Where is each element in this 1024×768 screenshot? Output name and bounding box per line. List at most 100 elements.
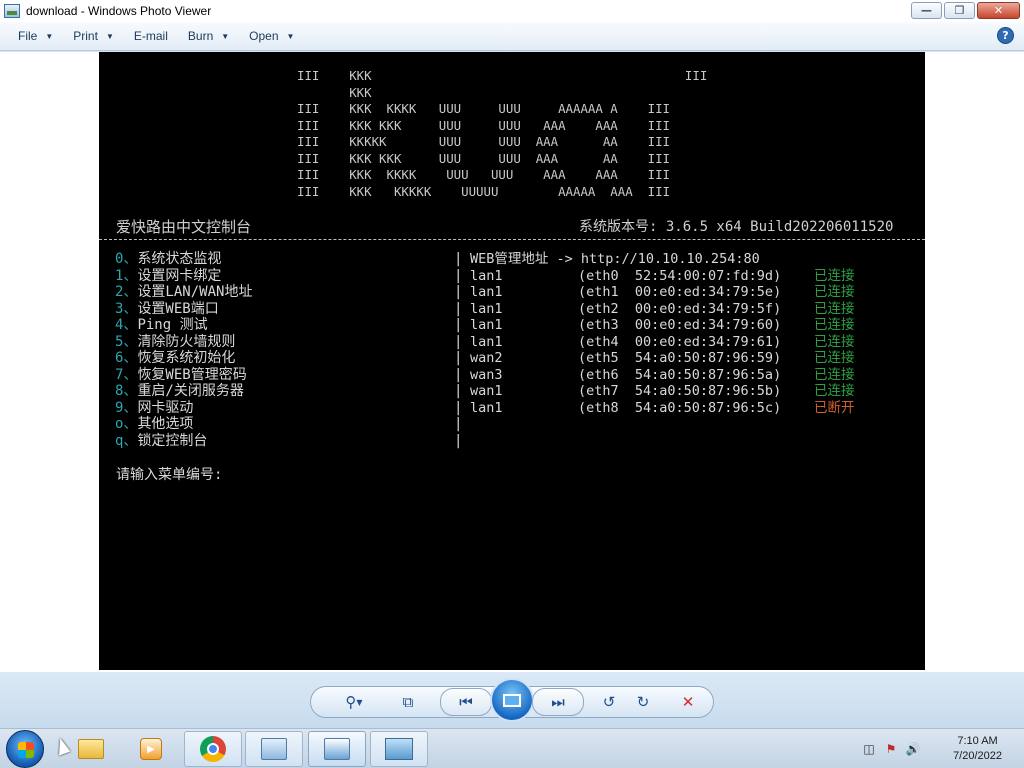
volume-icon[interactable]: 🔊 — [906, 742, 921, 756]
menu-option: 6、恢复系统初始化 — [115, 350, 252, 367]
clock-time: 7:10 AM — [957, 735, 998, 747]
media-player-icon[interactable]: ▶ — [122, 731, 180, 767]
viewer-control-bar: ⚲ ▼ ⧉ ⏮ ⏭ ↺ ↻ ✕ — [0, 672, 1024, 728]
title-bar: download - Windows Photo Viewer — ❐ ✕ — [0, 0, 1024, 22]
nic-status: 已断开 — [814, 399, 855, 416]
nic-status: 已连接 — [814, 333, 855, 350]
network-status-icon[interactable]: ◫ — [862, 742, 876, 756]
photo-viewer-app-icon — [4, 4, 20, 18]
menu-burn[interactable]: Burn ▼ — [178, 29, 239, 43]
menu-option-label: 设置网卡绑定 — [137, 267, 222, 284]
nic-row: lan1 (eth1 00:e0:ed:34:79:5e) 已连接 — [470, 284, 855, 301]
nic-device: (eth1 00:e0:ed:34:79:5e) — [578, 284, 782, 300]
menu-option: q、锁定控制台 — [115, 433, 252, 450]
nic-name: lan1 — [470, 284, 503, 300]
slideshow-screen-glyph — [503, 693, 521, 707]
previous-icon[interactable]: ⏮ — [440, 688, 492, 716]
menu-bar: File ▼ Print ▼ E-mail Burn ▼ Open ▼ ? — [0, 22, 1024, 51]
menu-option: 5、清除防火墙规则 — [115, 334, 252, 351]
nic-device: (eth8 54:a0:50:87:96:5c) — [578, 399, 782, 416]
logo-line: III KKK KKKKK UUUUU AAAAA AAA III — [297, 183, 670, 199]
logo-line: III KKK KKKK UUU UUU AAAAAA A III — [297, 101, 670, 116]
network-glyph — [261, 738, 287, 760]
menu-file[interactable]: File ▼ — [8, 29, 63, 43]
nic-status: 已连接 — [814, 267, 855, 284]
nic-row: wan1 (eth7 54:a0:50:87:96:5b) 已连接 — [470, 383, 855, 400]
nic-status: 已连接 — [814, 350, 855, 366]
menu-option-key: o、 — [115, 416, 138, 432]
menu-option: 8、重启/关闭服务器 — [115, 383, 252, 400]
nic-status: 已连接 — [814, 300, 855, 317]
clock[interactable]: 7:10 AM 7/20/2022 — [953, 734, 1002, 764]
nic-status: 已连接 — [814, 284, 855, 300]
web-admin-address: WEB管理地址 -> http://10.10.10.254:80 — [470, 251, 760, 267]
nic-device: (eth5 54:a0:50:87:96:59) — [578, 350, 782, 366]
chrome-glyph — [200, 736, 226, 762]
network-icon[interactable] — [245, 731, 303, 767]
rotate-right-icon[interactable]: ↻ — [629, 688, 657, 716]
menu-option: 2、设置LAN/WAN地址 — [115, 284, 252, 301]
remote-desktop-icon[interactable] — [308, 731, 366, 767]
menu-option-key: 1、 — [115, 267, 138, 284]
start-button[interactable] — [6, 730, 44, 768]
zoom-icon[interactable]: ⚲ ▼ — [337, 688, 371, 716]
menu-option-label: 恢复系统初始化 — [137, 350, 236, 366]
minimize-button[interactable]: — — [911, 2, 942, 19]
logo-line: KKK — [297, 84, 372, 100]
menu-option-key: 9、 — [115, 399, 138, 416]
delete-icon[interactable]: ✕ — [674, 688, 702, 716]
menu-option-key: 5、 — [115, 333, 138, 350]
menu-option-label: 重启/关闭服务器 — [137, 383, 244, 399]
help-icon[interactable]: ? — [997, 27, 1014, 44]
menu-option-label: 恢复WEB管理密码 — [137, 366, 247, 383]
nic-device: (eth7 54:a0:50:87:96:5b) — [578, 383, 782, 399]
menu-option-key: q、 — [115, 432, 138, 449]
maximize-button[interactable]: ❐ — [944, 2, 975, 19]
photo-viewer-icon[interactable] — [370, 731, 428, 767]
nic-row: lan1 (eth3 00:e0:ed:34:79:60) 已连接 — [470, 317, 855, 334]
system-version: 系统版本号: 3.6.5 x64 Build202206011520 — [579, 219, 894, 235]
menu-option-label: 清除防火墙规则 — [137, 333, 236, 350]
nic-name: lan1 — [470, 267, 503, 284]
menu-option-label: 其他选项 — [137, 416, 194, 432]
window-controls: — ❐ ✕ — [911, 2, 1020, 19]
menu-option-key: 0、 — [115, 251, 138, 267]
rotate-left-icon[interactable]: ↺ — [595, 688, 623, 716]
image-viewport[interactable]: III KKK III KKK III KKK KKKK UUU UUU AAA… — [0, 52, 1024, 672]
actual-size-icon[interactable]: ⧉ — [394, 688, 422, 716]
menu-option-key: 3、 — [115, 300, 138, 317]
logo-line: III KKK KKK UUU UUU AAA AAA III — [297, 117, 670, 133]
chrome-icon[interactable] — [184, 731, 242, 767]
logo-line: III KKK KKKK UUU UUU AAA AAA III — [297, 167, 670, 182]
taskbar: ▶ ◫ ⚑ 🔊 7:10 AM 7/20/2022 — [0, 728, 1024, 768]
menu-option: 0、系统状态监视 — [115, 251, 252, 268]
window-title: download - Windows Photo Viewer — [26, 4, 212, 18]
next-icon[interactable]: ⏭ — [532, 688, 584, 716]
play-glyph: ▶ — [140, 738, 162, 760]
action-center-icon[interactable]: ⚑ — [884, 742, 898, 756]
column-divider: | | | | | | | | | | | | — [454, 251, 463, 449]
menu-burn-label: Burn — [187, 29, 214, 43]
close-button[interactable]: ✕ — [977, 2, 1020, 19]
logo-line: III KKK KKK UUU UUU AAA AA III — [297, 150, 670, 166]
menu-open[interactable]: Open ▼ — [239, 29, 304, 43]
menu-print[interactable]: Print ▼ — [63, 29, 124, 43]
menu-option: 1、设置网卡绑定 — [115, 268, 252, 285]
nic-name: wan3 — [470, 366, 503, 383]
nic-device: (eth6 54:a0:50:87:96:5a) — [578, 366, 782, 383]
menu-option-key: 8、 — [115, 383, 138, 399]
explorer-icon[interactable] — [62, 731, 120, 767]
menu-email[interactable]: E-mail — [124, 29, 178, 43]
menu-option-label: 系统状态监视 — [137, 251, 222, 267]
nic-row: lan1 (eth0 52:54:00:07:fd:9d) 已连接 — [470, 268, 855, 285]
menu-option-label: 网卡驱动 — [137, 399, 194, 416]
nic-name: wan1 — [470, 383, 503, 399]
menu-option-label: 设置LAN/WAN地址 — [137, 284, 253, 300]
logo-line: III KKK III — [297, 68, 708, 83]
folder-glyph — [78, 739, 104, 759]
menu-email-label: E-mail — [133, 29, 168, 43]
menu-print-label: Print — [73, 29, 98, 43]
menu-option-key: 6、 — [115, 350, 138, 366]
menu-open-label: Open — [249, 29, 279, 43]
slideshow-icon[interactable] — [490, 678, 534, 722]
